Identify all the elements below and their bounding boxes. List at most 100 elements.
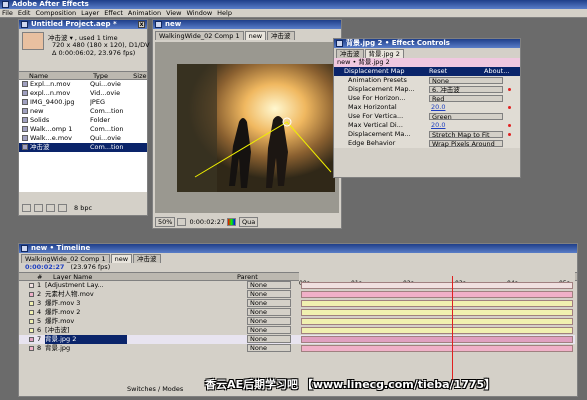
layer-name[interactable]: 背景.jpg 2 (45, 335, 127, 344)
effect-prop-value[interactable]: 6. 冲击波 (429, 86, 503, 94)
effect-prop-row[interactable]: Use For Horizon... Red (334, 94, 520, 103)
layer-parent[interactable]: None (247, 335, 291, 343)
col-size[interactable]: Size (133, 72, 146, 79)
effect-prop-row[interactable]: Animation Presets None (334, 76, 520, 85)
layer-duration-bar[interactable] (301, 318, 573, 325)
resolution[interactable]: Qua (238, 216, 259, 227)
reset-link[interactable]: Reset (429, 67, 447, 76)
menu-window[interactable]: Window (187, 9, 213, 18)
comp-canvas[interactable] (155, 42, 339, 213)
bpc-label[interactable]: 8 bpc (74, 204, 92, 213)
layer-parent[interactable]: None (247, 281, 291, 289)
project-row[interactable]: Walk...omp 1 Com...tion (19, 125, 147, 134)
menu-file[interactable]: File (2, 9, 13, 18)
layer-name[interactable]: [Adjustment Lay... (45, 281, 127, 290)
layer-name[interactable]: 背景.jpg (45, 344, 127, 353)
layer-parent[interactable]: None (247, 317, 291, 325)
tl-tab-shockwave[interactable]: 冲击波 (133, 254, 161, 263)
effect-prop-value[interactable]: Green (429, 113, 503, 121)
menu-view[interactable]: View (166, 9, 181, 18)
effects-tab-shockwave[interactable]: 冲击波 (336, 49, 364, 58)
effect-prop-value[interactable]: None (429, 77, 503, 85)
layer-parent[interactable]: None (247, 344, 291, 352)
layer-row[interactable]: 6 [冲击波] None (19, 326, 575, 335)
effect-prop-value[interactable]: 20.0 (429, 122, 447, 129)
effect-prop-row[interactable]: Max Vertical Di... 20.0 (334, 121, 520, 130)
layer-row[interactable]: 1 [Adjustment Lay... None (19, 281, 575, 290)
layer-row[interactable]: 2 元素村人物.mov None (19, 290, 575, 299)
layer-duration-bar[interactable] (301, 327, 573, 334)
current-time[interactable]: 0:00:02:27 (25, 263, 64, 271)
col-name[interactable]: Name (29, 72, 91, 79)
effect-prop-row[interactable]: Use For Vertica... Green (334, 112, 520, 121)
project-row[interactable]: 冲击波 Com...tion (19, 143, 147, 152)
comp-tab-shockwave[interactable]: 冲击波 (267, 31, 295, 40)
menu-layer[interactable]: Layer (81, 9, 99, 18)
layer-name[interactable]: 元素村人物.mov (45, 290, 127, 299)
effect-prop-value[interactable]: Wrap Pixels Around (429, 140, 503, 148)
close-icon[interactable]: x (138, 21, 145, 28)
about-link[interactable]: About... (484, 67, 509, 76)
layer-name[interactable]: [冲击波] (45, 326, 127, 335)
tl-tab-new[interactable]: new (110, 254, 133, 263)
project-row[interactable]: expl...n.mov Vid...ovie (19, 89, 147, 98)
layer-parent[interactable]: None (247, 290, 291, 298)
zoom-level[interactable]: 50% (155, 216, 176, 227)
layer-duration-bar[interactable] (301, 300, 573, 307)
effect-prop-row[interactable]: Displacement Ma... Stretch Map to Fit (334, 130, 520, 139)
trash-icon[interactable] (58, 204, 67, 212)
layer-row[interactable]: 3 爆炸.mov 3 None (19, 299, 575, 308)
keyframe-dot-icon[interactable] (508, 124, 511, 127)
effect-header[interactable]: Displacement Map Reset About... (334, 67, 520, 76)
effect-prop-value[interactable]: 20.0 (429, 104, 447, 111)
layer-duration-bar[interactable] (301, 291, 573, 298)
layer-name[interactable]: 爆炸.mov 2 (45, 308, 127, 317)
new-folder-icon[interactable] (34, 204, 43, 212)
tl-tab-walking[interactable]: WalkingWide_02 Comp 1 (21, 254, 110, 263)
comp-tab-walking[interactable]: WalkingWide_02 Comp 1 (155, 31, 244, 40)
playhead[interactable] (452, 276, 453, 384)
col-layer-name[interactable]: Layer Name (53, 273, 92, 280)
layer-parent[interactable]: None (247, 326, 291, 334)
layer-duration-bar[interactable] (301, 309, 573, 316)
switches-modes-toggle[interactable]: Switches / Modes (127, 385, 183, 394)
effect-prop-value[interactable]: Stretch Map to Fit (429, 131, 503, 139)
menu-composition[interactable]: Composition (35, 9, 76, 18)
keyframe-dot-icon[interactable] (508, 106, 511, 109)
project-row[interactable]: IMG_9400.jpg JPEG (19, 98, 147, 107)
layer-duration-bar[interactable] (301, 345, 573, 352)
project-row[interactable]: new Com...tion (19, 107, 147, 116)
comp-time[interactable]: 0:00:02:27 (189, 218, 225, 226)
effect-prop-row[interactable]: Displacement Map... 6. 冲击波 (334, 85, 520, 94)
layer-row[interactable]: 7 背景.jpg 2 None (19, 335, 575, 344)
keyframe-dot-icon[interactable] (508, 133, 511, 136)
layer-row[interactable]: 5 爆炸.mov None (19, 317, 575, 326)
layer-duration-bar[interactable] (301, 336, 573, 343)
keyframe-dot-icon[interactable] (508, 88, 511, 91)
col-parent[interactable]: Parent (237, 273, 258, 280)
comp-tab-new[interactable]: new (244, 31, 267, 40)
color-icon[interactable] (226, 217, 236, 226)
new-comp-icon[interactable] (46, 204, 55, 212)
effects-tab-bg[interactable]: 背景.jpg 2 (364, 49, 404, 58)
project-row[interactable]: Walk...e.mov Qui...ovie (19, 134, 147, 143)
menu-edit[interactable]: Edit (18, 9, 31, 18)
menu-effect[interactable]: Effect (104, 9, 123, 18)
layer-parent[interactable]: None (247, 308, 291, 316)
layer-row[interactable]: 4 爆炸.mov 2 None (19, 308, 575, 317)
effect-prop-row[interactable]: Max Horizontal 20.0 (334, 103, 520, 112)
effect-prop-row[interactable]: Edge Behavior Wrap Pixels Around (334, 139, 520, 148)
layer-duration-bar[interactable] (301, 282, 573, 289)
effect-prop-value[interactable]: Red (429, 95, 503, 103)
layer-row[interactable]: 8 背景.jpg None (19, 344, 575, 353)
layer-name[interactable]: 爆炸.mov 3 (45, 299, 127, 308)
project-row[interactable]: Expl...n.mov Qui...ovie (19, 80, 147, 89)
interpret-footage-icon[interactable] (22, 204, 31, 212)
layer-parent[interactable]: None (247, 299, 291, 307)
col-type[interactable]: Type (93, 72, 131, 79)
menu-help[interactable]: Help (217, 9, 232, 18)
project-row[interactable]: Solids Folder (19, 116, 147, 125)
camera-icon[interactable] (177, 217, 187, 226)
layer-name[interactable]: 爆炸.mov (45, 317, 127, 326)
menu-animation[interactable]: Animation (128, 9, 161, 18)
